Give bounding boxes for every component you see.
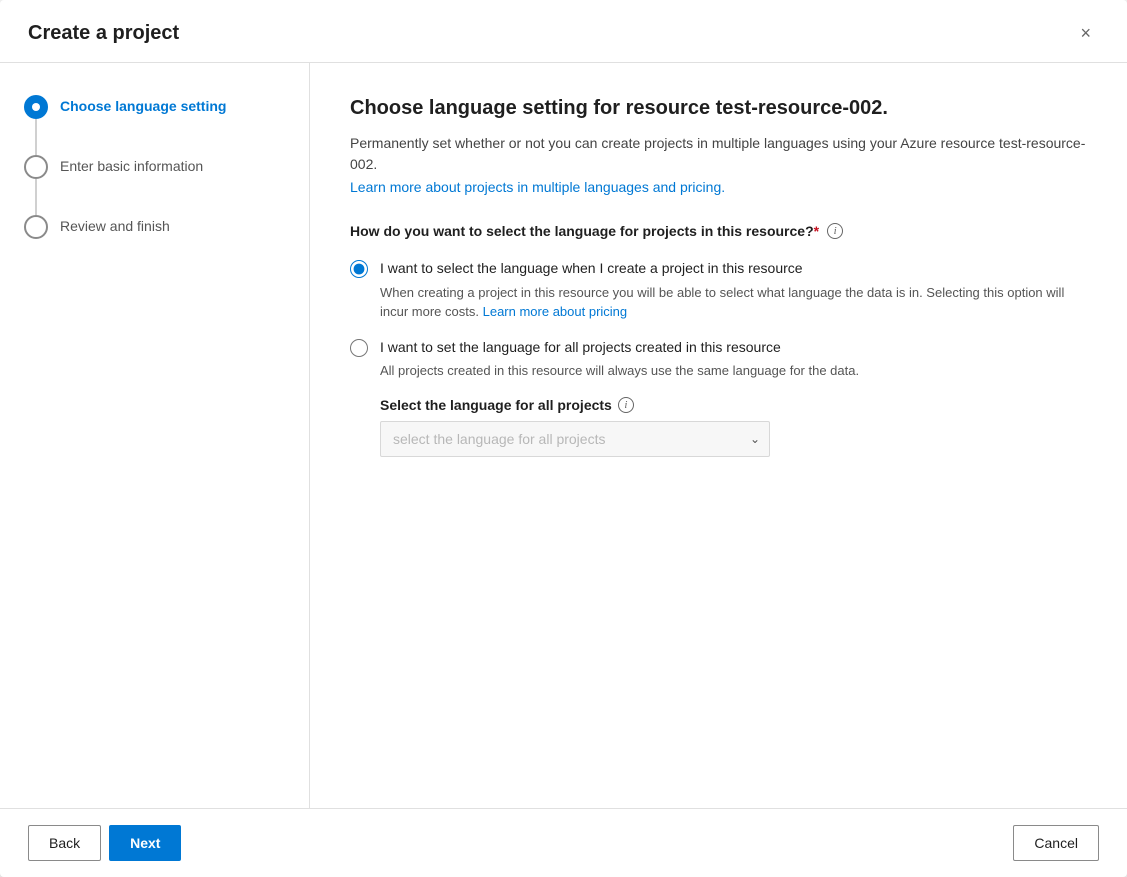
next-button[interactable]: Next bbox=[109, 825, 181, 861]
create-project-dialog: Create a project × Choose language setti… bbox=[0, 0, 1127, 877]
dialog-header: Create a project × bbox=[0, 0, 1127, 63]
question-info-icon[interactable]: i bbox=[827, 223, 843, 239]
radio-per-project-description: When creating a project in this resource… bbox=[380, 283, 1087, 322]
dialog-body: Choose language setting Enter basic info… bbox=[0, 63, 1127, 808]
language-select[interactable]: select the language for all projects bbox=[380, 421, 770, 457]
question-row: How do you want to select the language f… bbox=[350, 223, 1087, 239]
step-label-language: Choose language setting bbox=[60, 95, 226, 117]
main-content: Choose language setting for resource tes… bbox=[310, 63, 1127, 808]
section-description: Permanently set whether or not you can c… bbox=[350, 133, 1087, 175]
radio-all-projects-description: All projects created in this resource wi… bbox=[380, 361, 859, 381]
select-info-icon[interactable]: i bbox=[618, 397, 634, 413]
language-select-wrapper: select the language for all projects ⌄ bbox=[380, 421, 770, 457]
radio-option-per-project: I want to select the language when I cre… bbox=[350, 255, 1087, 326]
radio-per-project-input[interactable] bbox=[350, 260, 368, 278]
close-button[interactable]: × bbox=[1072, 20, 1099, 46]
sidebar-item-language[interactable]: Choose language setting bbox=[24, 95, 285, 119]
language-select-section: Select the language for all projects i s… bbox=[380, 397, 859, 457]
step-connector-1 bbox=[35, 119, 37, 155]
back-button[interactable]: Back bbox=[28, 825, 101, 861]
sidebar-item-review[interactable]: Review and finish bbox=[24, 215, 285, 239]
section-title: Choose language setting for resource tes… bbox=[350, 95, 1087, 121]
step-circle-review bbox=[24, 215, 48, 239]
learn-more-link[interactable]: Learn more about projects in multiple la… bbox=[350, 179, 725, 195]
radio-option-all-projects: I want to set the language for all proje… bbox=[350, 334, 1087, 461]
dialog-title: Create a project bbox=[28, 22, 179, 45]
sub-label-row: Select the language for all projects i bbox=[380, 397, 859, 413]
step-label-basic: Enter basic information bbox=[60, 155, 203, 177]
sidebar-item-basic[interactable]: Enter basic information bbox=[24, 155, 285, 179]
select-label: Select the language for all projects bbox=[380, 397, 612, 413]
sidebar: Choose language setting Enter basic info… bbox=[0, 63, 310, 808]
question-text: How do you want to select the language f… bbox=[350, 223, 819, 239]
radio-all-projects-label[interactable]: I want to set the language for all proje… bbox=[380, 338, 859, 358]
radio-all-projects-content: I want to set the language for all proje… bbox=[380, 338, 859, 457]
dialog-footer: Back Next Cancel bbox=[0, 808, 1127, 877]
step-label-review: Review and finish bbox=[60, 215, 170, 237]
radio-per-project-content: I want to select the language when I cre… bbox=[380, 259, 1087, 322]
cancel-button[interactable]: Cancel bbox=[1013, 825, 1099, 861]
step-circle-basic bbox=[24, 155, 48, 179]
step-connector-2 bbox=[35, 179, 37, 215]
radio-per-project-label[interactable]: I want to select the language when I cre… bbox=[380, 259, 1087, 279]
pricing-learn-more-link[interactable]: Learn more about pricing bbox=[483, 304, 628, 319]
step-circle-language bbox=[24, 95, 48, 119]
required-marker: * bbox=[814, 223, 819, 239]
radio-all-projects-input[interactable] bbox=[350, 339, 368, 357]
